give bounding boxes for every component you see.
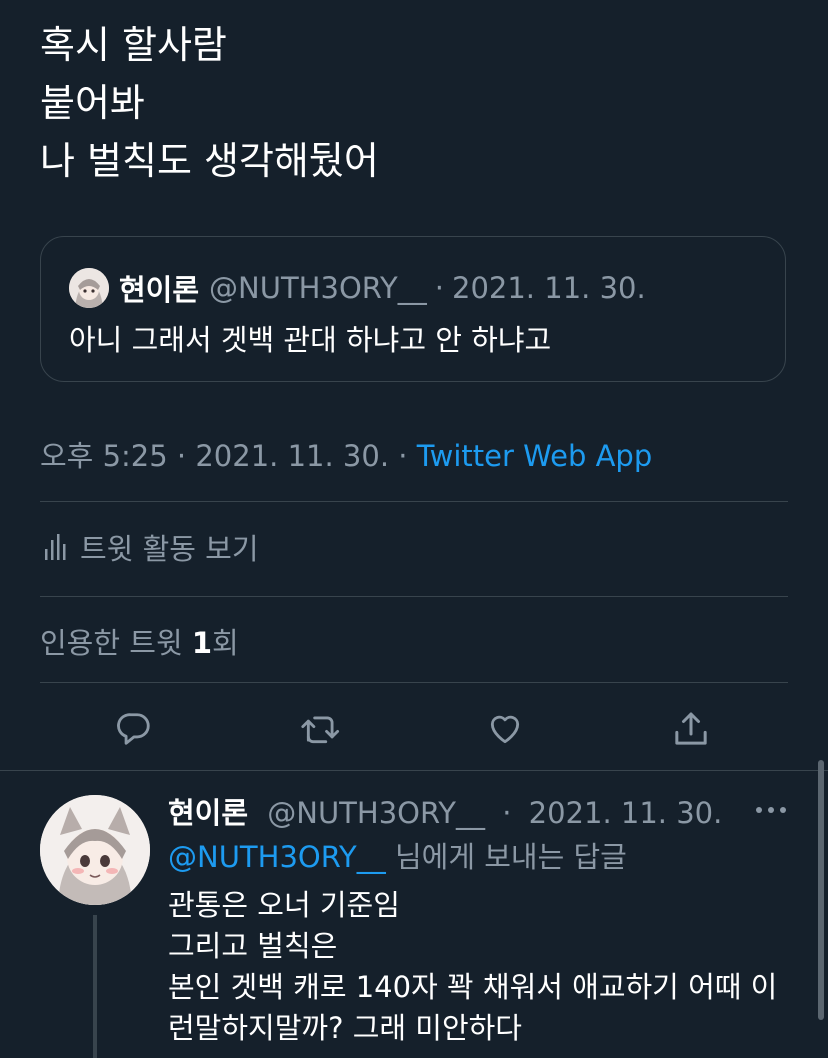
tweet-line: 나 벌칙도 생각해뒀어 bbox=[40, 139, 379, 183]
like-button[interactable] bbox=[484, 708, 526, 750]
reply-text: 관통은 오너 기준임 그리고 벌칙은 본인 겟백 캐로 140자 꽉 채워서 애… bbox=[168, 885, 777, 1049]
tweet-text: 혹시 할사람 붙어봐 나 벌칙도 생각해뒀어 bbox=[40, 16, 379, 190]
like-icon bbox=[490, 715, 520, 744]
reply-author-name[interactable]: 현이론 bbox=[168, 796, 248, 830]
retweet-button[interactable] bbox=[300, 708, 342, 750]
tweet-timestamp[interactable]: 오후 5:25 · 2021. 11. 30. · bbox=[40, 439, 408, 473]
separator: · bbox=[502, 796, 512, 830]
share-icon bbox=[675, 712, 707, 745]
separator: · bbox=[434, 271, 444, 305]
tweet-source-link[interactable]: Twitter Web App bbox=[417, 439, 653, 473]
quote-count-suffix: 회 bbox=[212, 626, 239, 660]
bar-chart-icon bbox=[45, 534, 66, 560]
quoted-tweet-card[interactable]: 현이론 @NUTH3ORY__ · 2021. 11. 30. 아니 그래서 겟… bbox=[40, 236, 786, 382]
quote-count-prefix: 인용한 트윗 bbox=[40, 626, 192, 660]
divider bbox=[40, 501, 788, 502]
quoted-tweet-text: 아니 그래서 겟백 관대 하냐고 안 하냐고 bbox=[69, 323, 552, 357]
reply-author-handle[interactable]: @NUTH3ORY__ bbox=[267, 796, 485, 830]
more-icon bbox=[756, 807, 786, 813]
divider bbox=[40, 596, 788, 597]
reply-button[interactable] bbox=[113, 708, 155, 750]
replying-to-handle[interactable]: @NUTH3ORY__ bbox=[168, 840, 386, 874]
more-options-button[interactable] bbox=[754, 800, 788, 820]
quote-tweets-count[interactable]: 인용한 트윗 1회 bbox=[40, 620, 239, 662]
quoted-date: 2021. 11. 30. bbox=[452, 271, 646, 305]
reply-line: 그리고 벌칙은 bbox=[168, 929, 338, 963]
quoted-tweet-header: 현이론 @NUTH3ORY__ · 2021. 11. 30. bbox=[69, 267, 646, 309]
scrollbar[interactable] bbox=[818, 760, 824, 1020]
reply-line: 본인 겟백 캐로 140자 꽉 채워서 애교하기 어때 이 bbox=[168, 970, 778, 1004]
thread-line bbox=[93, 915, 97, 1058]
divider bbox=[40, 682, 788, 683]
replying-to: @NUTH3ORY__ 님에게 보내는 답글 bbox=[168, 834, 627, 876]
reply-line: 런말하지말까? 그래 미안하다 bbox=[168, 1011, 522, 1045]
tweet-meta: 오후 5:25 · 2021. 11. 30. · Twitter Web Ap… bbox=[40, 433, 652, 475]
reply-header: 현이론 @NUTH3ORY__ · 2021. 11. 30. bbox=[168, 790, 722, 832]
reply-line: 관통은 오너 기준임 bbox=[168, 888, 400, 922]
tweet-activity-link[interactable]: 트윗 활동 보기 bbox=[44, 526, 259, 568]
divider bbox=[0, 770, 828, 771]
reply-date[interactable]: 2021. 11. 30. bbox=[529, 796, 723, 830]
avatar[interactable] bbox=[40, 795, 150, 905]
reply-icon bbox=[117, 713, 150, 745]
quoted-author-name[interactable]: 현이론 bbox=[119, 267, 199, 309]
retweet-icon bbox=[301, 716, 340, 744]
tweet-activity-label: 트윗 활동 보기 bbox=[80, 532, 259, 566]
replying-to-suffix: 님에게 보내는 답글 bbox=[385, 840, 627, 874]
tweet-line: 붙어봐 bbox=[40, 81, 145, 125]
tweet-line: 혹시 할사람 bbox=[40, 23, 227, 67]
avatar[interactable] bbox=[69, 268, 109, 308]
quote-count-value: 1 bbox=[191, 626, 213, 660]
quoted-author-handle[interactable]: @NUTH3ORY__ bbox=[209, 271, 427, 305]
share-button[interactable] bbox=[670, 708, 712, 750]
